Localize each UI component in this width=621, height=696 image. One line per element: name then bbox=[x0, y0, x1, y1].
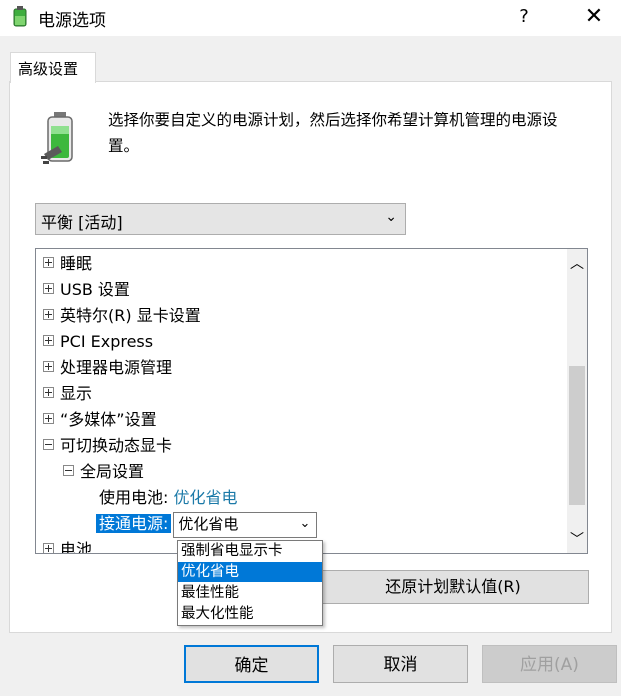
title-bar: 电源选项 ? ✕ bbox=[0, 0, 621, 36]
dropdown-option[interactable]: 最佳性能 bbox=[178, 583, 322, 603]
tree-item-battery[interactable]: 电池 bbox=[43, 537, 93, 554]
help-button[interactable]: ? bbox=[506, 0, 542, 34]
expand-icon[interactable] bbox=[43, 257, 54, 268]
tree-item-label: 处理器电源管理 bbox=[60, 358, 173, 377]
battery-plug-icon bbox=[41, 112, 73, 164]
expand-icon[interactable] bbox=[43, 283, 54, 294]
tree-item-label: USB 设置 bbox=[60, 280, 130, 299]
tree-item-label: 可切换动态显卡 bbox=[60, 436, 173, 455]
plan-select-value: 平衡 [活动] bbox=[41, 213, 123, 232]
tree-item-on-battery[interactable]: 使用电池: 优化省电 bbox=[99, 485, 238, 511]
tree-item-intel-graphics[interactable]: 英特尔(R) 显卡设置 bbox=[43, 303, 201, 329]
scroll-down-icon[interactable]: ﹀ bbox=[567, 529, 587, 551]
tab-label: 高级设置 bbox=[18, 60, 79, 78]
tab-advanced-settings[interactable]: 高级设置 bbox=[10, 52, 96, 83]
tree-item-plugged-in[interactable]: 接通电源: 优化省电 ⌄ bbox=[96, 511, 318, 538]
tree-item-label: 全局设置 bbox=[80, 462, 145, 481]
tree-item-label: 电池 bbox=[60, 540, 93, 554]
tree-item-global-settings[interactable]: 全局设置 bbox=[63, 459, 144, 485]
scroll-up-icon[interactable]: ︿ bbox=[567, 253, 587, 275]
expand-icon[interactable] bbox=[43, 361, 54, 372]
tree-item-pci-express[interactable]: PCI Express bbox=[43, 329, 153, 355]
window-title: 电源选项 bbox=[38, 11, 106, 31]
chevron-down-icon: ⌄ bbox=[385, 209, 397, 225]
ok-button[interactable]: 确定 bbox=[184, 645, 319, 683]
description-text: 选择你要自定义的电源计划，然后选择你希望计算机管理的电源设置。 bbox=[108, 111, 558, 155]
settings-tree[interactable]: 睡眠 USB 设置 英特尔(R) 显卡设置 PCI Express 处理器电源管… bbox=[35, 248, 588, 554]
tree-item-label: 睡眠 bbox=[60, 254, 93, 273]
expand-icon[interactable] bbox=[43, 387, 54, 398]
scroll-thumb[interactable] bbox=[569, 366, 585, 505]
power-plan-select[interactable]: 平衡 [活动] ⌄ bbox=[35, 203, 406, 235]
cancel-button[interactable]: 取消 bbox=[333, 645, 468, 683]
tree-item-label: “多媒体”设置 bbox=[60, 410, 157, 429]
tree-item-switchable-graphics[interactable]: 可切换动态显卡 bbox=[43, 433, 172, 459]
power-options-icon bbox=[13, 6, 27, 27]
vertical-scrollbar[interactable]: ︿ ﹀ bbox=[567, 249, 587, 553]
tree-item-multimedia[interactable]: “多媒体”设置 bbox=[43, 407, 157, 433]
dropdown-option-label: 最佳性能 bbox=[181, 585, 239, 601]
expand-icon[interactable] bbox=[43, 335, 54, 346]
tree-item-usb-settings[interactable]: USB 设置 bbox=[43, 277, 130, 303]
expand-icon[interactable] bbox=[43, 543, 54, 553]
tree-item-processor-power[interactable]: 处理器电源管理 bbox=[43, 355, 172, 381]
tree-item-label: 接通电源: bbox=[96, 514, 172, 533]
on-battery-value-link[interactable]: 优化省电 bbox=[174, 488, 238, 507]
chevron-down-icon: ⌄ bbox=[299, 515, 311, 531]
dropdown-option[interactable]: 强制省电显示卡 bbox=[178, 541, 322, 561]
dropdown-option[interactable]: 最大化性能 bbox=[178, 604, 322, 624]
dropdown-option-label: 优化省电 bbox=[181, 564, 239, 580]
plugged-in-select[interactable]: 优化省电 ⌄ bbox=[173, 511, 318, 538]
collapse-icon[interactable] bbox=[43, 439, 54, 450]
tree-item-label: 显示 bbox=[60, 384, 93, 403]
apply-button[interactable]: 应用(A) bbox=[482, 645, 617, 683]
tree-item-label: 使用电池: bbox=[99, 488, 169, 507]
tree-item-display[interactable]: 显示 bbox=[43, 381, 92, 407]
dropdown-option-selected[interactable]: 优化省电 bbox=[178, 562, 322, 582]
restore-defaults-button[interactable]: 还原计划默认值(R) bbox=[317, 570, 589, 604]
collapse-icon[interactable] bbox=[63, 465, 74, 476]
expand-icon[interactable] bbox=[43, 309, 54, 320]
tree-item-sleep[interactable]: 睡眠 bbox=[43, 251, 92, 277]
dropdown-option-label: 最大化性能 bbox=[181, 606, 254, 622]
expand-icon[interactable] bbox=[43, 413, 54, 424]
tree-item-label: PCI Express bbox=[60, 332, 154, 351]
plugged-in-select-value: 优化省电 bbox=[178, 514, 239, 533]
close-button[interactable]: ✕ bbox=[572, 0, 616, 34]
plugged-in-dropdown-list[interactable]: 强制省电显示卡 优化省电 最佳性能 最大化性能 bbox=[177, 540, 323, 626]
tree-item-label: 英特尔(R) 显卡设置 bbox=[60, 306, 201, 325]
dropdown-option-label: 强制省电显示卡 bbox=[181, 543, 283, 559]
